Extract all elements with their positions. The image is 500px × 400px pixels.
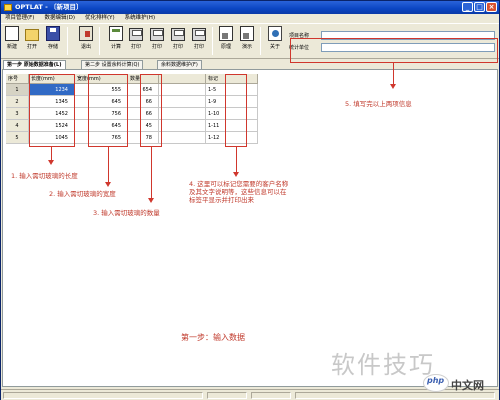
arrow-head xyxy=(148,198,154,203)
demo-icon xyxy=(240,26,254,41)
application-window: OPTLAT - 〔新项目〕 _ □ × 项目管理(F) 数据编辑(D) 优化排… xyxy=(0,0,500,400)
printer-icon xyxy=(192,28,206,41)
exit-button[interactable]: 退出 xyxy=(77,26,95,50)
arrow-head xyxy=(105,182,111,187)
exit-door-icon xyxy=(79,26,93,41)
demo-label: 演示 xyxy=(241,44,252,50)
new-file-icon xyxy=(5,26,19,41)
menu-optimize[interactable]: 优化排样(Y) xyxy=(85,14,115,23)
print-button-4[interactable]: 打印 xyxy=(190,26,208,50)
row-number: 2 xyxy=(6,96,29,108)
note-quantity: 3. 输入需切玻璃的数量 xyxy=(93,209,160,217)
open-button[interactable]: 打开 xyxy=(23,26,41,50)
table-cell[interactable] xyxy=(159,96,206,108)
table-cell[interactable] xyxy=(159,132,206,144)
window-controls: _ □ × xyxy=(462,2,497,12)
row-number: 5 xyxy=(6,132,29,144)
row-number: 1 xyxy=(6,84,29,96)
print-button-1[interactable]: 打印 xyxy=(127,26,145,50)
window-title: OPTLAT - 〔新项目〕 xyxy=(15,3,83,11)
print-button-3[interactable]: 打印 xyxy=(169,26,187,50)
tile-layout-icon xyxy=(219,26,233,41)
row-number: 3 xyxy=(6,108,29,120)
watermark-site: 中文网 xyxy=(451,379,484,392)
watermark-text: 软件技巧 xyxy=(331,351,435,379)
data-panel: 序号 长度(mm) 宽度(mm) 数量 标记 1 1234 555 654 1-5 2 1345 645… xyxy=(2,38,498,387)
printer-icon xyxy=(129,28,143,41)
calculate-button[interactable]: 计算 xyxy=(107,26,125,50)
printer-icon xyxy=(171,28,185,41)
about-button[interactable]: 关于 xyxy=(266,26,284,50)
arrow-head xyxy=(390,84,396,89)
note-width: 2. 输入需切玻璃的宽度 xyxy=(49,190,116,198)
arrow-line xyxy=(393,63,394,85)
table-cell[interactable] xyxy=(159,120,206,132)
note-project-info: 5. 填写完以上两项信息 xyxy=(345,100,412,108)
status-segment xyxy=(3,392,203,399)
menu-system[interactable]: 系统维护(H) xyxy=(125,14,155,23)
close-button[interactable]: × xyxy=(486,2,497,12)
table-cell[interactable] xyxy=(159,108,206,120)
toolbar-separator xyxy=(67,27,68,55)
arrow-line xyxy=(151,147,152,199)
length-column-highlight xyxy=(29,74,75,147)
note-mark: 4. 这里可以标记您需要的客户名称及其文字说明等，这些信息可以在标签平显示并打印… xyxy=(189,180,289,204)
tab-step-two[interactable]: 第二步 设置余料计算(Q) xyxy=(81,60,144,69)
status-segment xyxy=(251,392,291,399)
project-info-highlight xyxy=(290,38,498,63)
arrow-head xyxy=(233,172,239,177)
toolbar-separator xyxy=(260,27,261,55)
save-disk-icon xyxy=(46,26,60,41)
print-button-2[interactable]: 打印 xyxy=(148,26,166,50)
tab-remnant[interactable]: 余料数据维护(F) xyxy=(157,60,202,69)
menu-bar: 项目管理(F) 数据编辑(D) 优化排样(Y) 系统维护(H) xyxy=(1,14,499,23)
app-icon xyxy=(4,4,12,11)
arrow-line xyxy=(108,147,109,183)
quantity-column-highlight xyxy=(140,74,162,147)
demo-button[interactable]: 演示 xyxy=(238,26,256,50)
step-caption: 第一步：输入数据 xyxy=(181,333,245,342)
principle-label: 原理 xyxy=(220,44,231,50)
note-length: 1. 输入需切玻璃的长度 xyxy=(11,172,78,180)
print-label: 打印 xyxy=(193,44,204,50)
print-label: 打印 xyxy=(172,44,183,50)
arrow-head xyxy=(48,160,54,165)
status-segment xyxy=(207,392,247,399)
about-icon xyxy=(268,26,282,41)
column-header[interactable] xyxy=(159,74,206,84)
print-label: 打印 xyxy=(151,44,162,50)
calculate-icon xyxy=(109,26,123,41)
row-number: 4 xyxy=(6,120,29,132)
mark-column-highlight xyxy=(225,74,247,147)
new-label: 新建 xyxy=(6,44,17,50)
toolbar-separator xyxy=(212,27,213,55)
printer-icon xyxy=(150,28,164,41)
minimize-button[interactable]: _ xyxy=(462,2,473,12)
maximize-button[interactable]: □ xyxy=(474,2,485,12)
arrow-line xyxy=(236,147,237,173)
new-button[interactable]: 新建 xyxy=(3,26,21,50)
php-logo-text: php xyxy=(427,376,445,385)
arrow-line xyxy=(51,147,52,161)
calculate-label: 计算 xyxy=(110,44,121,50)
column-header[interactable]: 序号 xyxy=(6,74,29,84)
open-label: 打开 xyxy=(26,44,37,50)
menu-data-edit[interactable]: 数据编辑(D) xyxy=(44,14,75,23)
table-cell[interactable] xyxy=(159,84,206,96)
width-column-highlight xyxy=(88,74,128,147)
principle-button[interactable]: 原理 xyxy=(217,26,235,50)
save-label: 存储 xyxy=(47,44,58,50)
toolbar-separator xyxy=(99,27,100,55)
watermark-logo: php 中文网 xyxy=(421,373,499,395)
menu-project[interactable]: 项目管理(F) xyxy=(5,14,34,23)
about-label: 关于 xyxy=(269,44,280,50)
print-label: 打印 xyxy=(130,44,141,50)
title-bar: OPTLAT - 〔新项目〕 _ □ × xyxy=(1,1,499,14)
open-folder-icon xyxy=(25,29,39,41)
exit-label: 退出 xyxy=(80,44,91,50)
save-button[interactable]: 存储 xyxy=(44,26,62,50)
